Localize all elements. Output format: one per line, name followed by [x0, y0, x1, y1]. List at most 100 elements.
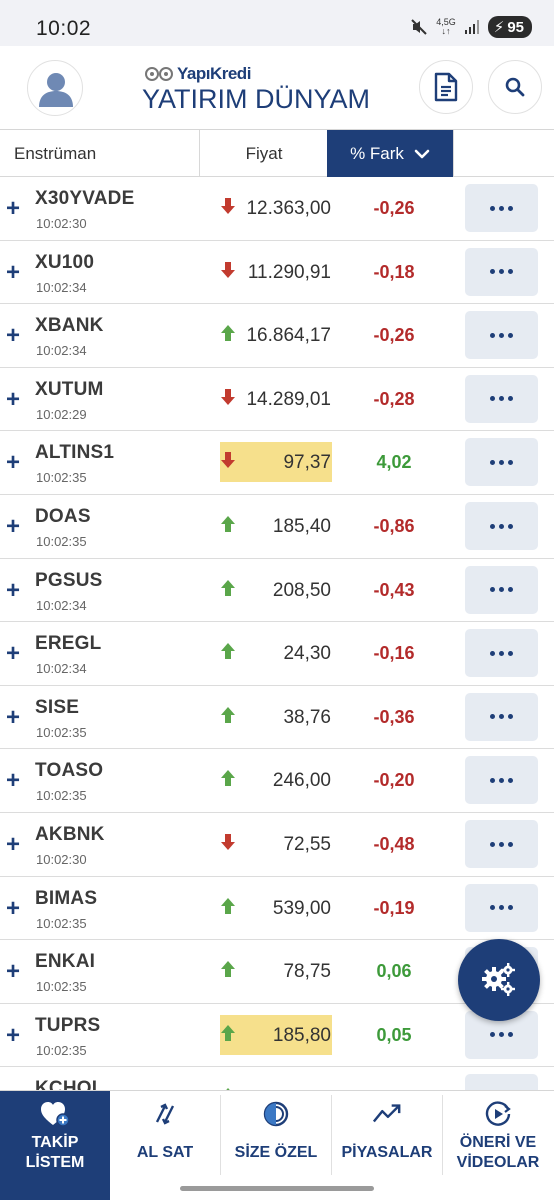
nav-size-ozel[interactable]: SİZE ÖZEL	[221, 1091, 331, 1200]
instrument-symbol: TOASO	[35, 760, 104, 782]
more-dots-icon	[490, 714, 495, 720]
table-row[interactable]: + XU100 10:02:34 11.290,91 -0,18	[0, 240, 554, 305]
price-cell: 38,76	[220, 697, 332, 737]
more-button[interactable]	[465, 692, 538, 741]
settings-fab[interactable]	[458, 939, 540, 1021]
table-row[interactable]: + X30YVADE 10:02:30 12.363,00 -0,26	[0, 177, 554, 241]
more-button[interactable]	[465, 374, 538, 423]
instrument-time: 10:02:30	[36, 852, 87, 867]
app-logo: YapıKredi YATIRIM DÜNYAM	[140, 64, 380, 114]
table-row[interactable]: + BIMAS 10:02:35 539,00 -0,19	[0, 876, 554, 941]
price-cell: 24,30	[220, 633, 332, 673]
add-button[interactable]: +	[6, 260, 20, 284]
more-button[interactable]	[465, 820, 538, 868]
more-button[interactable]	[465, 502, 538, 550]
instrument-price: 12.363,00	[246, 198, 331, 219]
instrument-price: 185,80	[272, 1024, 331, 1046]
nav-oneri-videolar[interactable]: ÖNERİ VE VİDEOLAR	[443, 1091, 553, 1200]
add-button[interactable]: +	[6, 833, 20, 857]
instrument-price: 78,75	[283, 961, 331, 983]
add-button[interactable]: +	[6, 451, 20, 475]
signal-icon	[464, 20, 479, 34]
instrument-symbol: ALTINS1	[35, 442, 115, 464]
add-button[interactable]: +	[6, 515, 20, 539]
profile-button[interactable]	[27, 60, 83, 116]
nav-al-sat[interactable]: AL SAT	[110, 1091, 220, 1200]
table-row[interactable]: + EREGL 10:02:34 24,30 -0,16	[0, 622, 554, 686]
instrument-time: 10:02:34	[36, 597, 87, 613]
nav-piyasalar[interactable]: PİYASALAR	[332, 1091, 442, 1200]
instrument-time: 10:02:34	[36, 661, 87, 677]
add-button[interactable]: +	[6, 960, 20, 984]
more-button[interactable]	[465, 629, 538, 678]
add-button[interactable]: +	[6, 387, 20, 411]
more-dots-icon	[490, 841, 495, 847]
more-button[interactable]	[465, 756, 538, 805]
instrument-change: -0,26	[373, 325, 415, 346]
instrument-time: 10:02:35	[36, 1042, 87, 1058]
nav-label: PİYASALAR	[341, 1144, 433, 1161]
column-headers: Enstrüman Fiyat % Fark	[0, 130, 554, 177]
instrument-change: 0,06	[376, 961, 412, 982]
column-price[interactable]: Fiyat	[201, 130, 327, 177]
price-cell: 185,40	[220, 506, 332, 546]
add-button[interactable]: +	[6, 578, 20, 602]
add-button[interactable]: +	[6, 705, 20, 729]
document-button[interactable]	[419, 60, 473, 114]
more-dots-icon	[490, 396, 495, 402]
instrument-price: 72,55	[283, 834, 331, 855]
table-row[interactable]: + DOAS 10:02:35 185,40 -0,86	[0, 495, 554, 559]
more-button[interactable]	[465, 184, 538, 232]
column-instrument[interactable]: Enstrüman	[0, 130, 200, 177]
battery-indicator: ⚡ 95	[487, 16, 532, 38]
arrow-down-icon	[221, 388, 235, 405]
table-row[interactable]: + SISE 10:02:35 38,76 -0,36	[0, 685, 554, 750]
price-cell: 78,75	[220, 951, 332, 991]
nav-takip-listem[interactable]: TAKİP LİSTEM	[0, 1091, 110, 1200]
instrument-time: 10:02:34	[36, 343, 87, 359]
table-row[interactable]: + XBANK 10:02:34 16.864,17 -0,26	[0, 304, 554, 368]
arrow-up-icon	[221, 897, 235, 914]
more-dots-icon	[490, 650, 495, 656]
add-button[interactable]: +	[6, 642, 20, 666]
more-button[interactable]	[465, 565, 538, 614]
column-change-dropdown[interactable]: % Fark	[327, 130, 453, 177]
instrument-time: 10:02:34	[36, 279, 87, 295]
add-button[interactable]: +	[6, 324, 20, 348]
table-row[interactable]: + AKBNK 10:02:30 72,55 -0,48	[0, 813, 554, 877]
arrow-down-icon	[221, 834, 235, 850]
more-dots-icon	[490, 905, 495, 911]
instrument-price: 11.290,91	[247, 261, 331, 283]
add-button[interactable]: +	[6, 197, 20, 221]
more-dots-icon	[490, 332, 495, 338]
price-cell: 539,00	[220, 888, 332, 928]
more-button[interactable]	[465, 883, 538, 932]
instrument-price: 16.864,17	[246, 325, 331, 347]
table-row[interactable]: + PGSUS 10:02:34 208,50 -0,43	[0, 558, 554, 623]
home-indicator	[180, 1186, 374, 1191]
more-button[interactable]	[465, 438, 538, 487]
add-button[interactable]: +	[6, 1023, 20, 1047]
product-name: YATIRIM DÜNYAM	[142, 84, 370, 114]
search-button[interactable]	[488, 60, 542, 114]
bottom-nav: TAKİP LİSTEM AL SAT SİZE ÖZEL PİYASALAR …	[0, 1090, 554, 1200]
instrument-time: 10:02:35	[36, 915, 87, 931]
add-button[interactable]: +	[6, 769, 20, 793]
price-cell: 14.289,01	[220, 379, 332, 419]
instrument-change: 4,02	[376, 452, 412, 473]
instrument-time: 10:02:30	[36, 216, 87, 231]
more-button[interactable]	[465, 247, 538, 296]
instrument-symbol: PGSUS	[35, 569, 103, 591]
add-button[interactable]: +	[6, 896, 20, 920]
more-dots-icon	[490, 523, 495, 529]
table-row[interactable]: + ALTINS1 10:02:35 97,37 4,02	[0, 431, 554, 495]
table-row[interactable]: + TUPRS 10:02:35 185,80 0,05	[0, 1003, 554, 1068]
instrument-change: -0,86	[373, 516, 415, 536]
trend-icon	[372, 1099, 402, 1129]
more-button[interactable]	[465, 311, 538, 360]
play-icon	[483, 1099, 513, 1129]
instrument-symbol: AKBNK	[35, 824, 105, 845]
table-row[interactable]: + XUTUM 10:02:29 14.289,01 -0,28	[0, 367, 554, 432]
table-row[interactable]: + TOASO 10:02:35 246,00 -0,20	[0, 749, 554, 813]
bolt-icon: ⚡	[493, 19, 505, 36]
